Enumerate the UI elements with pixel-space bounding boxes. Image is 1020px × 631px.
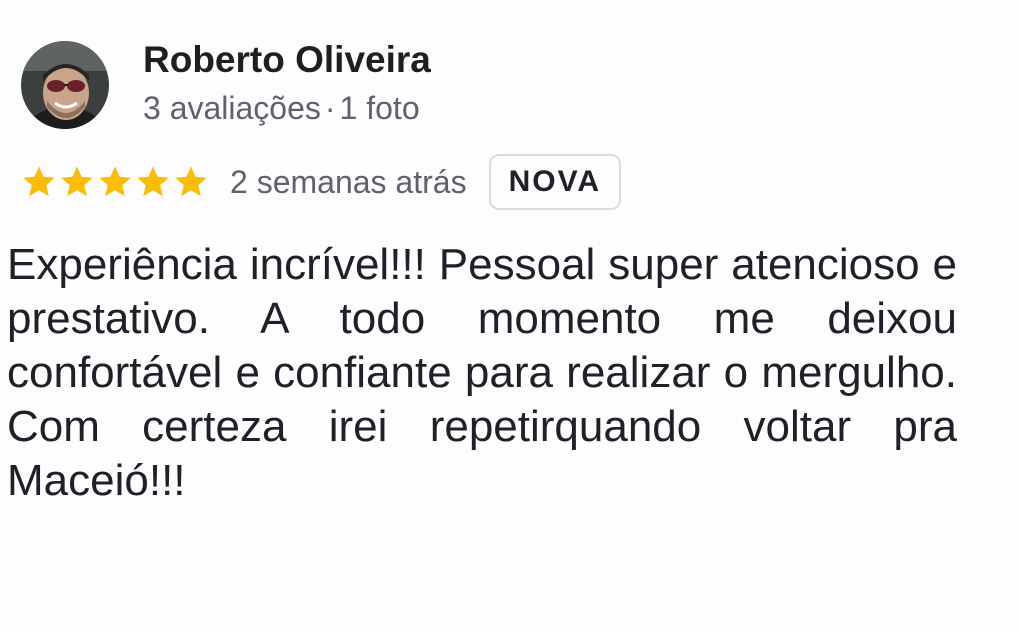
review-time: 2 semanas atrás bbox=[230, 163, 467, 200]
review-card: Roberto Oliveira 3 avaliações · 1 foto 2 s… bbox=[0, 0, 1020, 631]
avatar-photo-icon bbox=[21, 41, 109, 129]
reviewer-avatar[interactable] bbox=[21, 41, 109, 129]
rating-row: 2 semanas atrás NOVA bbox=[20, 153, 622, 211]
new-badge: NOVA bbox=[488, 154, 622, 210]
star-rating bbox=[20, 163, 210, 201]
star-icon bbox=[96, 163, 134, 201]
reviewer-name[interactable]: Roberto Oliveira bbox=[143, 38, 431, 82]
star-icon bbox=[58, 163, 96, 201]
reviews-count: 3 avaliações bbox=[143, 90, 321, 126]
star-icon bbox=[172, 163, 210, 201]
reviewer-meta: 3 avaliações · 1 foto bbox=[143, 88, 420, 128]
star-icon bbox=[134, 163, 172, 201]
photos-count: 1 foto bbox=[339, 90, 420, 126]
star-icon bbox=[20, 163, 58, 201]
review-text: Experiência incrível!!! Pessoal super at… bbox=[7, 240, 957, 505]
meta-separator: · bbox=[324, 90, 336, 126]
